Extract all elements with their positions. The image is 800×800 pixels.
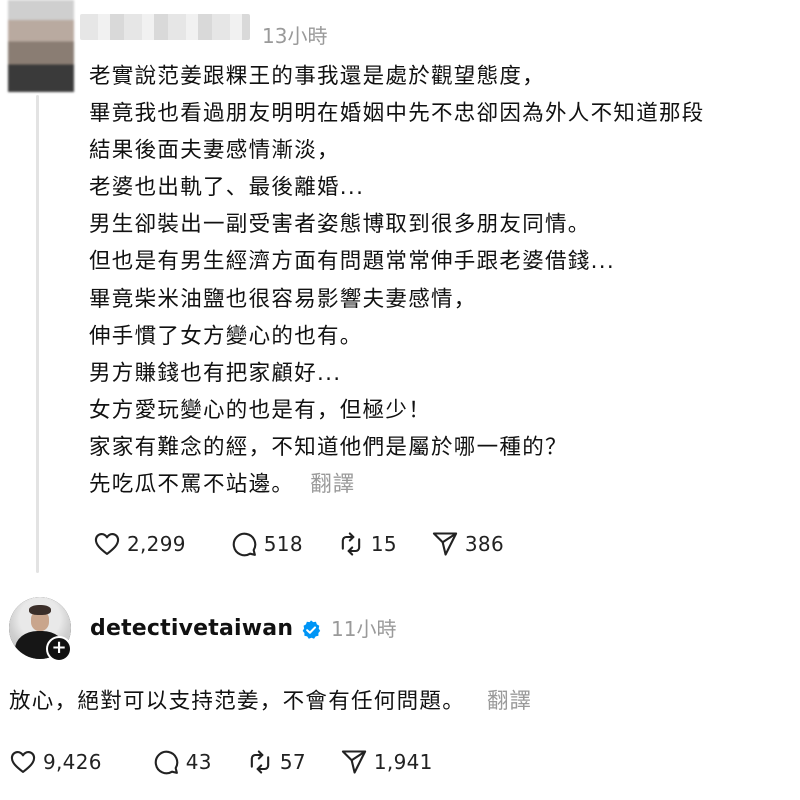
comment-bubble-icon bbox=[232, 532, 257, 557]
comment-bubble-icon bbox=[154, 750, 179, 775]
repost-arrows-icon bbox=[341, 532, 361, 556]
post-timestamp[interactable]: 13小時 bbox=[262, 22, 327, 50]
username[interactable]: detectivetaiwan bbox=[90, 614, 293, 644]
username-blurred[interactable] bbox=[80, 14, 250, 40]
post-text-line-last: 先吃瓜不罵不站邊。 翻譯 bbox=[89, 466, 797, 503]
plus-icon[interactable]: + bbox=[46, 636, 72, 662]
post-text-line: 老實說范姜跟粿王的事我還是處於觀望態度， bbox=[89, 64, 546, 89]
translate-link[interactable]: 翻譯 bbox=[310, 472, 355, 497]
repost-arrows-icon bbox=[250, 750, 270, 774]
translate-link[interactable]: 翻譯 bbox=[487, 689, 532, 714]
share-button[interactable]: 386 bbox=[431, 530, 504, 558]
post-text-line: 但也是有男生經濟方面有問題常常伸手跟老婆借錢... bbox=[89, 249, 616, 275]
like-button[interactable]: 9,426 bbox=[9, 748, 102, 776]
post-body: 放心，絕對可以支持范姜，不會有任何問題。 翻譯 bbox=[9, 686, 532, 718]
share-count: 386 bbox=[464, 532, 504, 556]
like-count: 9,426 bbox=[43, 750, 102, 774]
share-button[interactable]: 1,941 bbox=[340, 748, 433, 776]
post-actions: 2,299 518 15 386 bbox=[93, 530, 538, 558]
user-avatar-blurred[interactable] bbox=[8, 0, 74, 92]
repost-button[interactable]: 57 bbox=[246, 748, 306, 776]
post-text-line: 女方愛玩變心的也是有，但極少！ bbox=[89, 397, 432, 423]
comment-button[interactable]: 43 bbox=[152, 748, 212, 776]
like-count: 2,299 bbox=[127, 532, 186, 556]
post-text-line: 家家有難念的經，不知道他們是屬於哪一種的？ bbox=[89, 434, 568, 460]
comment-button[interactable]: 518 bbox=[230, 530, 303, 558]
repost-count: 57 bbox=[279, 750, 306, 774]
post-timestamp[interactable]: 11小時 bbox=[331, 614, 396, 644]
post-text-line: 畢竟我也看過朋友明明在婚姻中先不忠卻因為外人不知道那段 bbox=[89, 101, 705, 127]
comment-count: 518 bbox=[263, 532, 303, 556]
post-text-line: 男生卻裝出一副受害者姿態博取到很多朋友同情。 bbox=[89, 212, 591, 238]
post-text-line: 伸手慣了女方變心的也有。 bbox=[89, 323, 363, 349]
send-paper-plane-icon bbox=[432, 532, 458, 556]
post-text-line: 結果後面夫妻感情漸淡， bbox=[89, 138, 340, 164]
repost-count: 15 bbox=[370, 532, 397, 556]
post-text-line: 老婆也出軌了、最後離婚... bbox=[89, 175, 365, 201]
heart-icon bbox=[10, 751, 36, 773]
verified-badge-icon bbox=[302, 620, 321, 639]
send-paper-plane-icon bbox=[341, 750, 367, 774]
post-text-line: 先吃瓜不罵不站邊。 bbox=[89, 472, 295, 498]
thread-line bbox=[36, 95, 39, 573]
post-body: 老實說范姜跟粿王的事我還是處於觀望態度， 畢竟我也看過朋友明明在婚姻中先不忠卻因… bbox=[89, 58, 797, 503]
post-text-line: 男方賺錢也有把家顧好... bbox=[89, 360, 342, 386]
post-text: 放心，絕對可以支持范姜，不會有任何問題。 bbox=[9, 689, 466, 714]
like-button[interactable]: 2,299 bbox=[93, 530, 186, 558]
comment-count: 43 bbox=[185, 750, 212, 774]
repost-button[interactable]: 15 bbox=[337, 530, 397, 558]
share-count: 1,941 bbox=[373, 750, 433, 774]
post-actions: 9,426 43 57 1,941 bbox=[9, 748, 467, 776]
heart-icon bbox=[94, 533, 120, 555]
post-text-line: 畢竟柴米油鹽也很容易影響夫妻感情， bbox=[89, 286, 477, 312]
